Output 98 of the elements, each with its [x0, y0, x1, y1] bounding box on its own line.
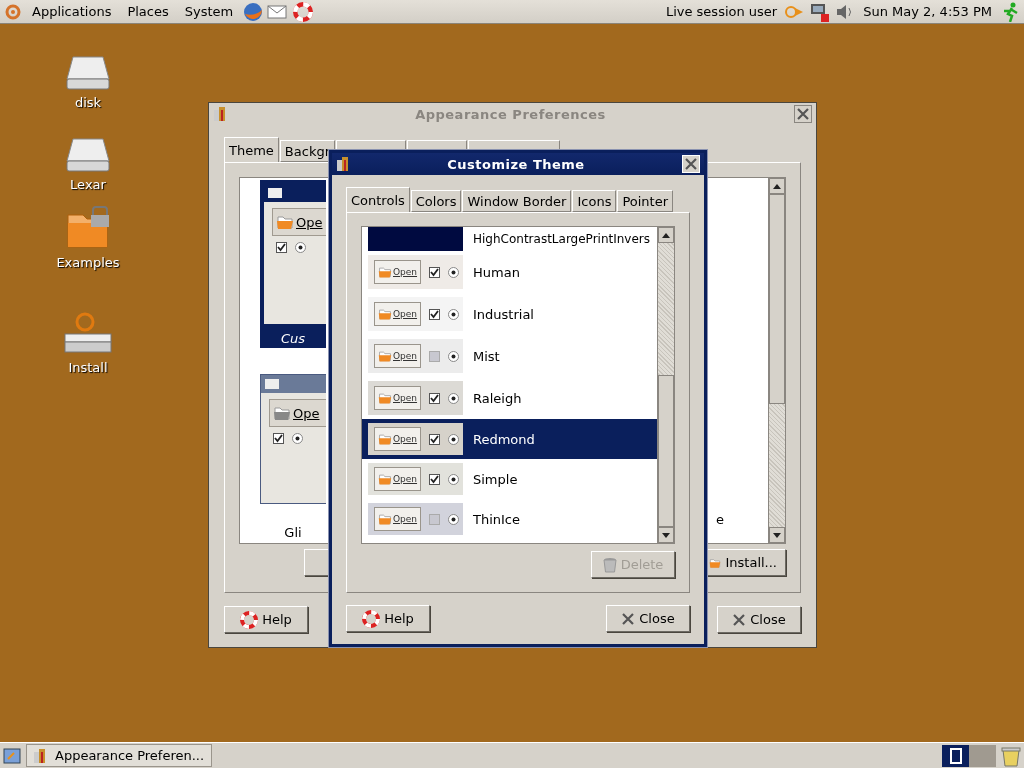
theme-name: Human: [473, 264, 520, 280]
folder-icon: [378, 432, 392, 446]
folder-icon: [273, 404, 291, 422]
theme-name: ThinIce: [473, 511, 520, 527]
preview-button: Open: [374, 260, 422, 284]
scroll-down-icon[interactable]: [773, 532, 781, 538]
app-icon: [33, 747, 47, 764]
close-button[interactable]: Close: [717, 606, 801, 633]
folder-icon: [378, 472, 392, 486]
preview-button: Ope: [272, 208, 326, 236]
tab[interactable]: Colors: [410, 190, 462, 212]
close-icon: [684, 157, 698, 171]
folder-icon: [378, 265, 392, 279]
close-icon: [796, 107, 810, 121]
scroll-down-icon[interactable]: [662, 532, 670, 538]
theme-preview[interactable]: Ope: [260, 180, 326, 328]
window-icon: [265, 379, 279, 389]
folder-icon: [709, 556, 722, 569]
close-icon: [621, 611, 636, 626]
radio-icon: [448, 433, 460, 445]
preview-button: Open: [374, 507, 422, 531]
help-button[interactable]: Help: [346, 605, 430, 632]
folder-icon: [276, 213, 294, 231]
theme-label: Gli: [283, 523, 303, 542]
radio-icon: [448, 266, 460, 278]
workspace[interactable]: [942, 744, 969, 767]
theme-label: Cus: [260, 328, 326, 348]
tab[interactable]: Theme: [224, 137, 279, 162]
theme-label: e: [716, 512, 724, 527]
preview-button: Open: [374, 386, 422, 410]
window-title: Appearance Preferences: [414, 106, 607, 122]
app-icon: [213, 106, 227, 122]
folder-icon: [378, 512, 392, 526]
panel-menu[interactable]: System: [178, 4, 240, 19]
folder-icon: [378, 391, 392, 405]
theme-name: HighContrastLargePrintInvers: [473, 232, 651, 246]
desktop-icon-label[interactable]: Lexar: [70, 177, 106, 192]
panel-menu[interactable]: Places: [121, 4, 175, 19]
scroll-up-icon[interactable]: [662, 232, 670, 238]
checkbox-icon: [273, 433, 284, 444]
folder-icon: [65, 205, 111, 251]
preview-button: Open: [374, 302, 422, 326]
radio-icon: [448, 392, 460, 404]
drive-icon: [65, 137, 111, 173]
radio-icon: [448, 473, 460, 485]
checkbox-icon: [276, 242, 287, 253]
scrollbar[interactable]: [657, 227, 674, 543]
radio-icon: [448, 350, 460, 362]
close-icon: [732, 612, 747, 627]
theme-name: Mist: [473, 348, 500, 364]
preview-button: Ope: [269, 399, 326, 427]
logo-icon[interactable]: [4, 2, 22, 21]
trash-icon[interactable]: [1000, 744, 1022, 767]
taskbar-button[interactable]: Appearance Preferen...: [26, 744, 212, 767]
desktop-icon-label[interactable]: disk: [74, 95, 102, 110]
clock[interactable]: Sun May 2, 4:53 PM: [859, 4, 996, 19]
window-title: Customize Theme: [446, 156, 586, 172]
tab[interactable]: Window Border: [462, 190, 572, 212]
installer-icon: [63, 310, 113, 356]
folder-icon: [378, 349, 392, 363]
theme-name: Raleigh: [473, 390, 522, 406]
window-icon: [949, 747, 962, 764]
close-button[interactable]: Close: [606, 605, 690, 632]
globe-icon[interactable]: [243, 1, 264, 22]
show-desktop-icon[interactable]: [2, 745, 22, 766]
desktop-icon-label[interactable]: Examples: [56, 255, 120, 270]
close-button[interactable]: [794, 105, 812, 123]
theme-name: Redmond: [473, 431, 535, 447]
lifebuoy-icon[interactable]: [293, 1, 314, 22]
window-icon: [268, 188, 282, 198]
folder-icon: [378, 307, 392, 321]
scroll-up-icon[interactable]: [773, 183, 781, 189]
network-icon[interactable]: [809, 1, 832, 22]
lifebuoy-icon: [240, 610, 259, 629]
radio-icon: [295, 242, 306, 253]
lifebuoy-icon: [362, 609, 381, 628]
theme-preview[interactable]: Ope: [260, 374, 326, 504]
theme-row[interactable]: Open Redmond: [362, 419, 657, 459]
theme-name: Industrial: [473, 306, 534, 322]
radio-icon: [292, 433, 303, 444]
preview-button: Open: [374, 344, 422, 368]
desktop-icon-label[interactable]: Install: [68, 360, 108, 375]
radio-icon: [448, 308, 460, 320]
preview-button: Open: [374, 427, 422, 451]
help-button[interactable]: Help: [224, 606, 308, 633]
tab[interactable]: Pointer: [617, 190, 674, 212]
panel-menu[interactable]: Applications: [26, 4, 118, 19]
theme-name: Simple: [473, 471, 518, 487]
tab[interactable]: Icons: [572, 190, 617, 212]
scrollbar[interactable]: [768, 178, 785, 543]
user-name: Live session user: [664, 4, 779, 19]
tab[interactable]: Backgr: [279, 140, 335, 162]
radio-icon: [448, 513, 460, 525]
tab[interactable]: Controls: [346, 187, 410, 212]
preview-button: Open: [374, 467, 422, 491]
drive-icon: [65, 55, 111, 91]
trash-icon: [602, 556, 617, 573]
app-icon: [336, 156, 350, 172]
